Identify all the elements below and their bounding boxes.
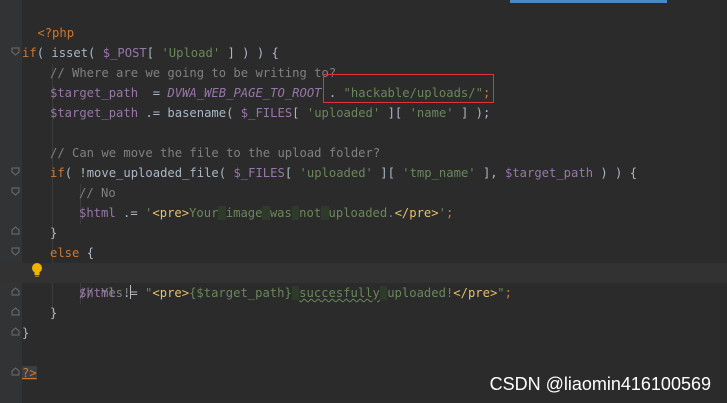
code-line: ?> — [22, 363, 37, 383]
code-line: $html .= '<pre>Your image was not upload… — [79, 206, 454, 220]
fold-marker-icon[interactable] — [11, 47, 20, 56]
code-line: if( isset( $_POST[ 'Upload' ] ) ) { — [22, 46, 279, 60]
fold-marker-icon[interactable] — [11, 327, 20, 336]
fold-marker-icon[interactable] — [11, 367, 20, 376]
editor-gutter[interactable] — [0, 0, 22, 403]
caret-line: // Yes! — [0, 263, 727, 300]
code-line: } — [50, 226, 58, 240]
code-line: } — [50, 306, 58, 320]
intention-bulb-icon[interactable] — [30, 262, 44, 278]
fold-marker-icon[interactable] — [11, 167, 20, 176]
watermark: CSDN @liaomin416100569 — [489, 374, 711, 394]
fold-marker-icon[interactable] — [11, 247, 20, 256]
php-close-tag: ?> — [22, 366, 37, 380]
code-editor[interactable]: <?php if( isset( $_POST[ 'Upload' ] ) ) … — [0, 0, 727, 403]
fold-marker-icon[interactable] — [11, 187, 20, 196]
code-line: else { — [50, 246, 95, 260]
code-comment: // No — [79, 186, 116, 200]
code-comment: // Where are we going to be writing to? — [50, 66, 337, 80]
code-line: $target_path .= basename( $_FILES[ 'uplo… — [50, 106, 491, 120]
code-line: if( !move_uploaded_file( $_FILES[ 'uploa… — [50, 166, 638, 180]
code-comment: // Can we move the file to the upload fo… — [50, 146, 381, 160]
php-open-tag: <?php — [37, 26, 75, 40]
code-line: <?php — [22, 3, 74, 40]
code-line: } — [22, 326, 30, 340]
code-line: $html .= "<pre>{$target_path} succesfull… — [79, 286, 512, 300]
fold-marker-icon[interactable] — [11, 226, 20, 235]
highlight-box — [323, 74, 494, 103]
